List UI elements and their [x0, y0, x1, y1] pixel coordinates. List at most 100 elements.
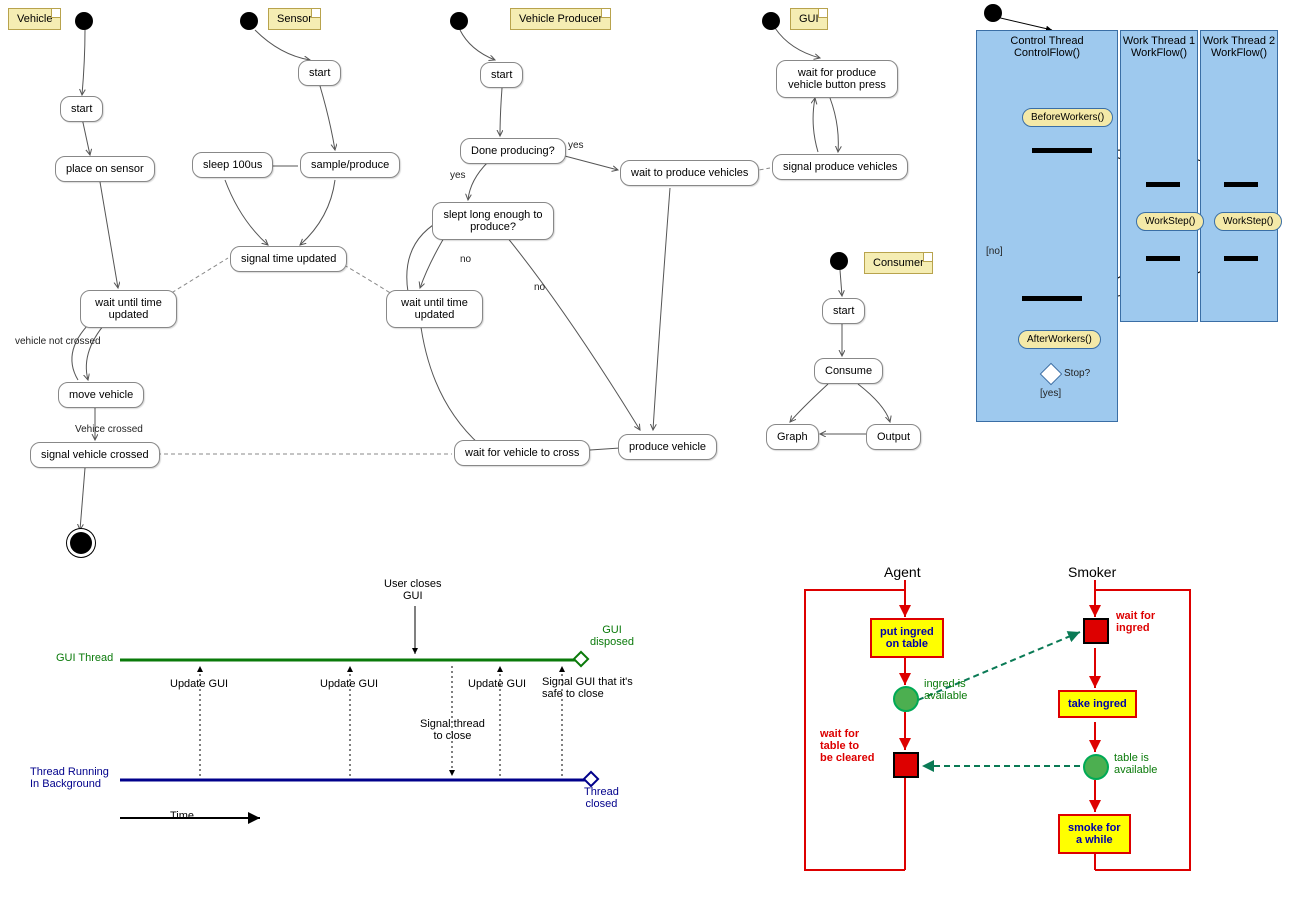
label-safe-2: safe to close [542, 688, 604, 700]
node-wait-cross: wait for vehicle to cross [454, 440, 590, 466]
label-table-avail-1: table is [1114, 752, 1149, 764]
label-wait-clear: wait for table to be cleared [820, 728, 874, 764]
node-vehicle-start: start [60, 96, 103, 122]
label-signal-close: Signal thread to close [420, 718, 485, 742]
lane-w2: Work Thread 2 WorkFlow() [1200, 30, 1278, 322]
join-w2 [1224, 256, 1258, 261]
label-thread-closed-1: Thread [584, 786, 619, 798]
init-consumer [830, 252, 848, 270]
lane-control-title1: Control Thread [1010, 35, 1083, 47]
lane-w2-title2: WorkFlow() [1211, 47, 1267, 59]
label-table-avail: table is available [1114, 752, 1157, 776]
node-output: Output [866, 424, 921, 450]
label-wait-ingred-2: ingred [1116, 622, 1150, 634]
label-user-closes-1: User closes [384, 578, 441, 590]
box-put-ingred-2: on table [886, 638, 928, 650]
label-stop: Stop? [1064, 368, 1090, 379]
label-thread-closed: Thread closed [584, 786, 619, 810]
label-bg-thread: Thread Running In Background [30, 766, 109, 790]
fork-w2-top [1224, 182, 1258, 187]
node-wait-time-updated: wait until time updated [80, 290, 177, 328]
fork-bar-1 [1032, 148, 1092, 153]
node-graph: Graph [766, 424, 819, 450]
note-consumer: Consumer [864, 252, 933, 274]
circle-table-avail [1083, 754, 1109, 780]
box-smoke: smoke for a while [1058, 814, 1131, 854]
join-bar-1 [1022, 296, 1082, 301]
label-no-slept: no [460, 254, 471, 265]
label-user-closes-2: GUI [403, 590, 423, 602]
node-produce-vehicle: produce vehicle [618, 434, 717, 460]
node-place-sensor: place on sensor [55, 156, 155, 182]
lane-w2-title1: Work Thread 2 [1203, 35, 1275, 47]
header-smoker: Smoker [1068, 564, 1116, 580]
label-yes-slept: yes [450, 170, 466, 181]
final-vehicle [70, 532, 92, 554]
label-yes: [yes] [1040, 388, 1061, 399]
label-signal-close-2: to close [433, 730, 471, 742]
label-crossed: Vehice crossed [75, 424, 143, 435]
box-smoke-2: a while [1076, 834, 1113, 846]
lane-w1-title1: Work Thread 1 [1123, 35, 1195, 47]
note-gui: GUI [790, 8, 828, 30]
label-bg-thread-2: In Background [30, 778, 101, 790]
label-time: Time [170, 810, 194, 822]
init-vehicle [75, 12, 93, 30]
box-put-ingred: put ingred on table [870, 618, 944, 658]
label-signal-close-1: Signal thread [420, 718, 485, 730]
label-gui-disposed: GUI disposed [590, 624, 634, 648]
label-not-crossed: vehicle not crossed [15, 336, 101, 347]
pill-after: AfterWorkers() [1018, 330, 1101, 349]
note-producer: Vehicle Producer [510, 8, 611, 30]
lane-control-title2: ControlFlow() [1014, 47, 1080, 59]
label-wait-ingred-1: wait for [1116, 610, 1155, 622]
label-ingred-avail: ingred is available [924, 678, 967, 702]
node-wait-time-updated-2: wait until time updated [386, 290, 483, 328]
fork-w1-top [1146, 182, 1180, 187]
node-done-producing: Done producing? [460, 138, 566, 164]
init-producer [450, 12, 468, 30]
pill-workstep-1: WorkStep() [1136, 212, 1204, 231]
init-gui [762, 12, 780, 30]
label-update-1: Update GUI [170, 678, 228, 690]
node-sensor-start: start [298, 60, 341, 86]
node-producer-start: start [480, 62, 523, 88]
label-bg-thread-1: Thread Running [30, 766, 109, 778]
node-slept-enough: slept long enough to produce? [432, 202, 554, 240]
node-signal-crossed: signal vehicle crossed [30, 442, 160, 468]
lane-w2-title: Work Thread 2 WorkFlow() [1201, 31, 1277, 59]
label-no-done: no [534, 282, 545, 293]
node-move-vehicle: move vehicle [58, 382, 144, 408]
label-wait-clear-2: table to [820, 740, 859, 752]
label-wait-clear-1: wait for [820, 728, 859, 740]
square-wait-ingred [1083, 618, 1109, 644]
label-ingred-avail-1: ingred is [924, 678, 966, 690]
lane-w1: Work Thread 1 WorkFlow() [1120, 30, 1198, 322]
label-user-closes: User closes GUI [384, 578, 441, 602]
lane-control: Control Thread ControlFlow() [976, 30, 1118, 422]
node-consumer-start: start [822, 298, 865, 324]
lane-w1-title2: WorkFlow() [1131, 47, 1187, 59]
label-thread-closed-2: closed [586, 798, 618, 810]
box-take-ingred: take ingred [1058, 690, 1137, 718]
label-safe-close: Signal GUI that it's safe to close [542, 676, 633, 700]
box-smoke-1: smoke for [1068, 822, 1121, 834]
node-signal-time: signal time updated [230, 246, 347, 272]
label-no: [no] [986, 246, 1003, 257]
label-update-3: Update GUI [468, 678, 526, 690]
pill-before: BeforeWorkers() [1022, 108, 1113, 127]
init-control [984, 4, 1002, 22]
label-yes-done: yes [568, 140, 584, 151]
header-agent: Agent [884, 564, 921, 580]
lane-w1-title: Work Thread 1 WorkFlow() [1121, 31, 1197, 59]
square-wait-clear [893, 752, 919, 778]
pill-workstep-2: WorkStep() [1214, 212, 1282, 231]
box-put-ingred-1: put ingred [880, 626, 934, 638]
node-wait-produce: wait to produce vehicles [620, 160, 759, 186]
note-vehicle: Vehicle [8, 8, 61, 30]
label-table-avail-2: available [1114, 764, 1157, 776]
label-update-2: Update GUI [320, 678, 378, 690]
node-wait-button: wait for produce vehicle button press [776, 60, 898, 98]
label-safe-1: Signal GUI that it's [542, 676, 633, 688]
circle-ingred-avail [893, 686, 919, 712]
